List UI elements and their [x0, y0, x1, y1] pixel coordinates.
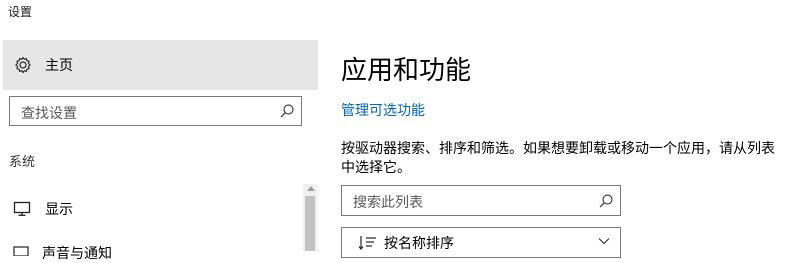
- sidebar-item-display[interactable]: 显示: [3, 190, 303, 226]
- sidebar-item-home[interactable]: 主页: [3, 40, 318, 90]
- sidebar: 主页 查找设置 系统 显示 声音与通知: [0, 0, 318, 262]
- section-label-system: 系统: [9, 155, 36, 170]
- sidebar-item-label: 主页: [45, 58, 73, 74]
- sort-icon: [358, 236, 376, 250]
- scroll-up-arrow-icon[interactable]: [307, 186, 315, 191]
- search-icon[interactable]: [279, 103, 295, 119]
- page-title: 应用和功能: [341, 56, 472, 86]
- sort-dropdown[interactable]: 按名称排序: [341, 227, 621, 258]
- gear-icon: [15, 56, 31, 74]
- chevron-down-icon: [598, 238, 610, 245]
- manage-optional-features-link[interactable]: 管理可选功能: [341, 100, 425, 120]
- description-text: 按驱动器搜索、排序和筛选。如果想要卸载或移动一个应用，请从列表中选择它。: [341, 141, 775, 176]
- scrollbar-thumb[interactable]: [305, 196, 315, 251]
- search-icon[interactable]: [598, 193, 614, 209]
- sidebar-item-label: 显示: [45, 202, 73, 218]
- search-placeholder: 搜索此列表: [353, 195, 423, 211]
- monitor-icon: [13, 201, 31, 216]
- sidebar-item-notifications[interactable]: 声音与通知: [42, 243, 112, 263]
- app-list-search-input[interactable]: 搜索此列表: [341, 185, 621, 216]
- notifications-icon: [13, 246, 29, 256]
- settings-search-input[interactable]: 查找设置: [9, 96, 302, 126]
- sort-dropdown-label: 按名称排序: [384, 236, 454, 252]
- search-placeholder: 查找设置: [21, 106, 77, 122]
